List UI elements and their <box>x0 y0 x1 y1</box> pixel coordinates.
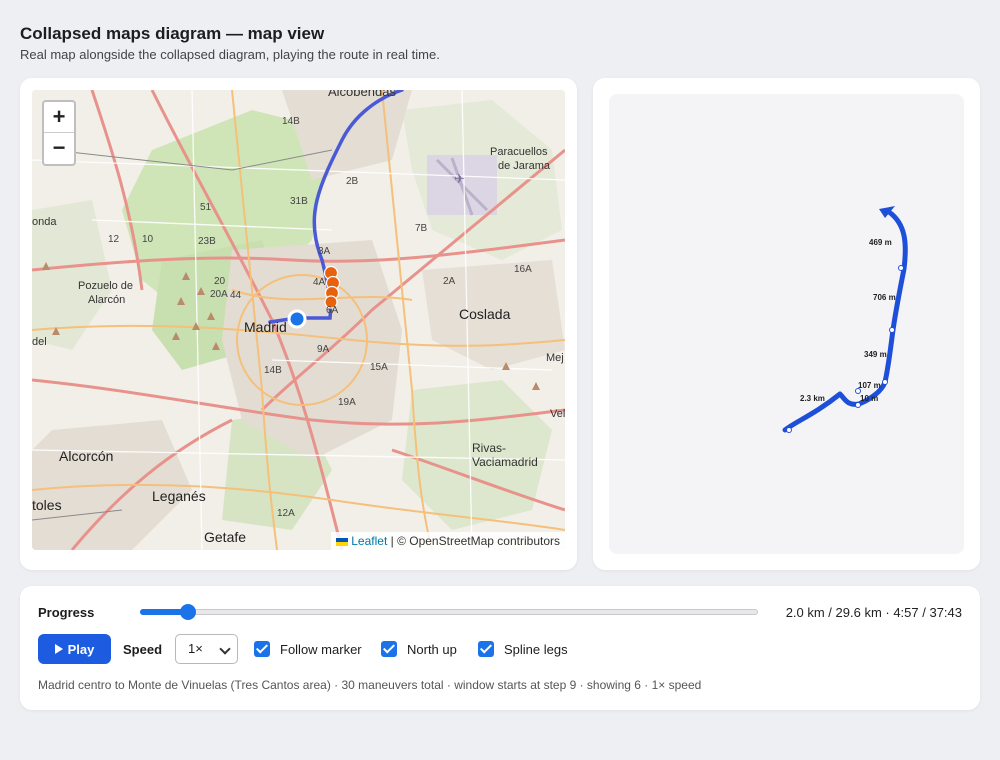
diagram-card: 469 m 706 m 349 m 107 m 10 m 2.3 km <box>593 78 980 570</box>
spline-legs-checkbox[interactable] <box>478 641 494 657</box>
ukraine-flag-icon <box>336 537 349 546</box>
play-icon <box>54 644 63 654</box>
speed-value: 1× <box>188 641 203 656</box>
map-card: ✈ Alcobendas Paracuellos de Jarama Pozue… <box>20 78 577 570</box>
play-button[interactable]: Play <box>38 634 111 664</box>
follow-marker-label: Follow marker <box>280 641 362 657</box>
zoom-control: + − <box>42 100 76 166</box>
progress-slider[interactable] <box>140 604 758 620</box>
north-up-label: North up <box>407 641 457 657</box>
slider-track <box>140 609 758 615</box>
leg-node <box>898 265 904 271</box>
svg-text:✈: ✈ <box>454 171 465 186</box>
collapsed-diagram: 469 m 706 m 349 m 107 m 10 m 2.3 km <box>609 94 964 554</box>
slider-thumb[interactable] <box>180 604 196 620</box>
spline-legs-toggle[interactable]: Spline legs <box>478 641 568 657</box>
leg-node <box>786 427 792 433</box>
leg-label: 469 m <box>869 238 892 247</box>
speed-select[interactable]: 1× <box>175 634 238 664</box>
chevron-down-icon <box>219 643 231 655</box>
north-up-toggle[interactable]: North up <box>381 641 457 657</box>
page-title: Collapsed maps diagram — map view <box>20 24 325 43</box>
spline-legs-label: Spline legs <box>504 641 568 657</box>
page-subtitle: Real map alongside the collapsed diagram… <box>20 47 440 62</box>
controls-card: Progress 2.0 km / 29.6 km · 4:57 / 37:43… <box>20 586 980 710</box>
north-up-checkbox[interactable] <box>381 641 397 657</box>
map-attribution: Leaflet | © OpenStreetMap contributors <box>331 532 565 550</box>
leg-label: 349 m <box>864 350 887 359</box>
leg-label: 2.3 km <box>800 394 825 403</box>
leg-node <box>882 379 888 385</box>
zoom-in-button[interactable]: + <box>44 102 74 133</box>
leg-node <box>855 402 861 408</box>
progress-label: Progress <box>38 605 95 620</box>
play-button-label: Play <box>67 641 95 657</box>
progress-readout: 2.0 km / 29.6 km · 4:57 / 37:43 <box>785 605 962 620</box>
diagram-svg: 469 m 706 m 349 m 107 m 10 m 2.3 km <box>782 206 908 433</box>
zoom-out-button[interactable]: − <box>44 133 74 163</box>
map-tiles: ✈ <box>32 90 565 550</box>
leg-label: 10 m <box>860 394 878 403</box>
leaflet-link[interactable]: Leaflet <box>351 534 387 548</box>
follow-marker-toggle[interactable]: Follow marker <box>254 641 362 657</box>
leg-label: 706 m <box>873 293 896 302</box>
map-view[interactable]: ✈ Alcobendas Paracuellos de Jarama Pozue… <box>32 90 565 550</box>
leg-node <box>889 327 895 333</box>
route-info: Madrid centro to Monte de Vinuelas (Tres… <box>38 678 702 692</box>
follow-marker-checkbox[interactable] <box>254 641 270 657</box>
speed-label: Speed <box>123 642 163 657</box>
attribution-text: | © OpenStreetMap contributors <box>390 534 560 548</box>
leg-label: 107 m <box>858 381 881 390</box>
